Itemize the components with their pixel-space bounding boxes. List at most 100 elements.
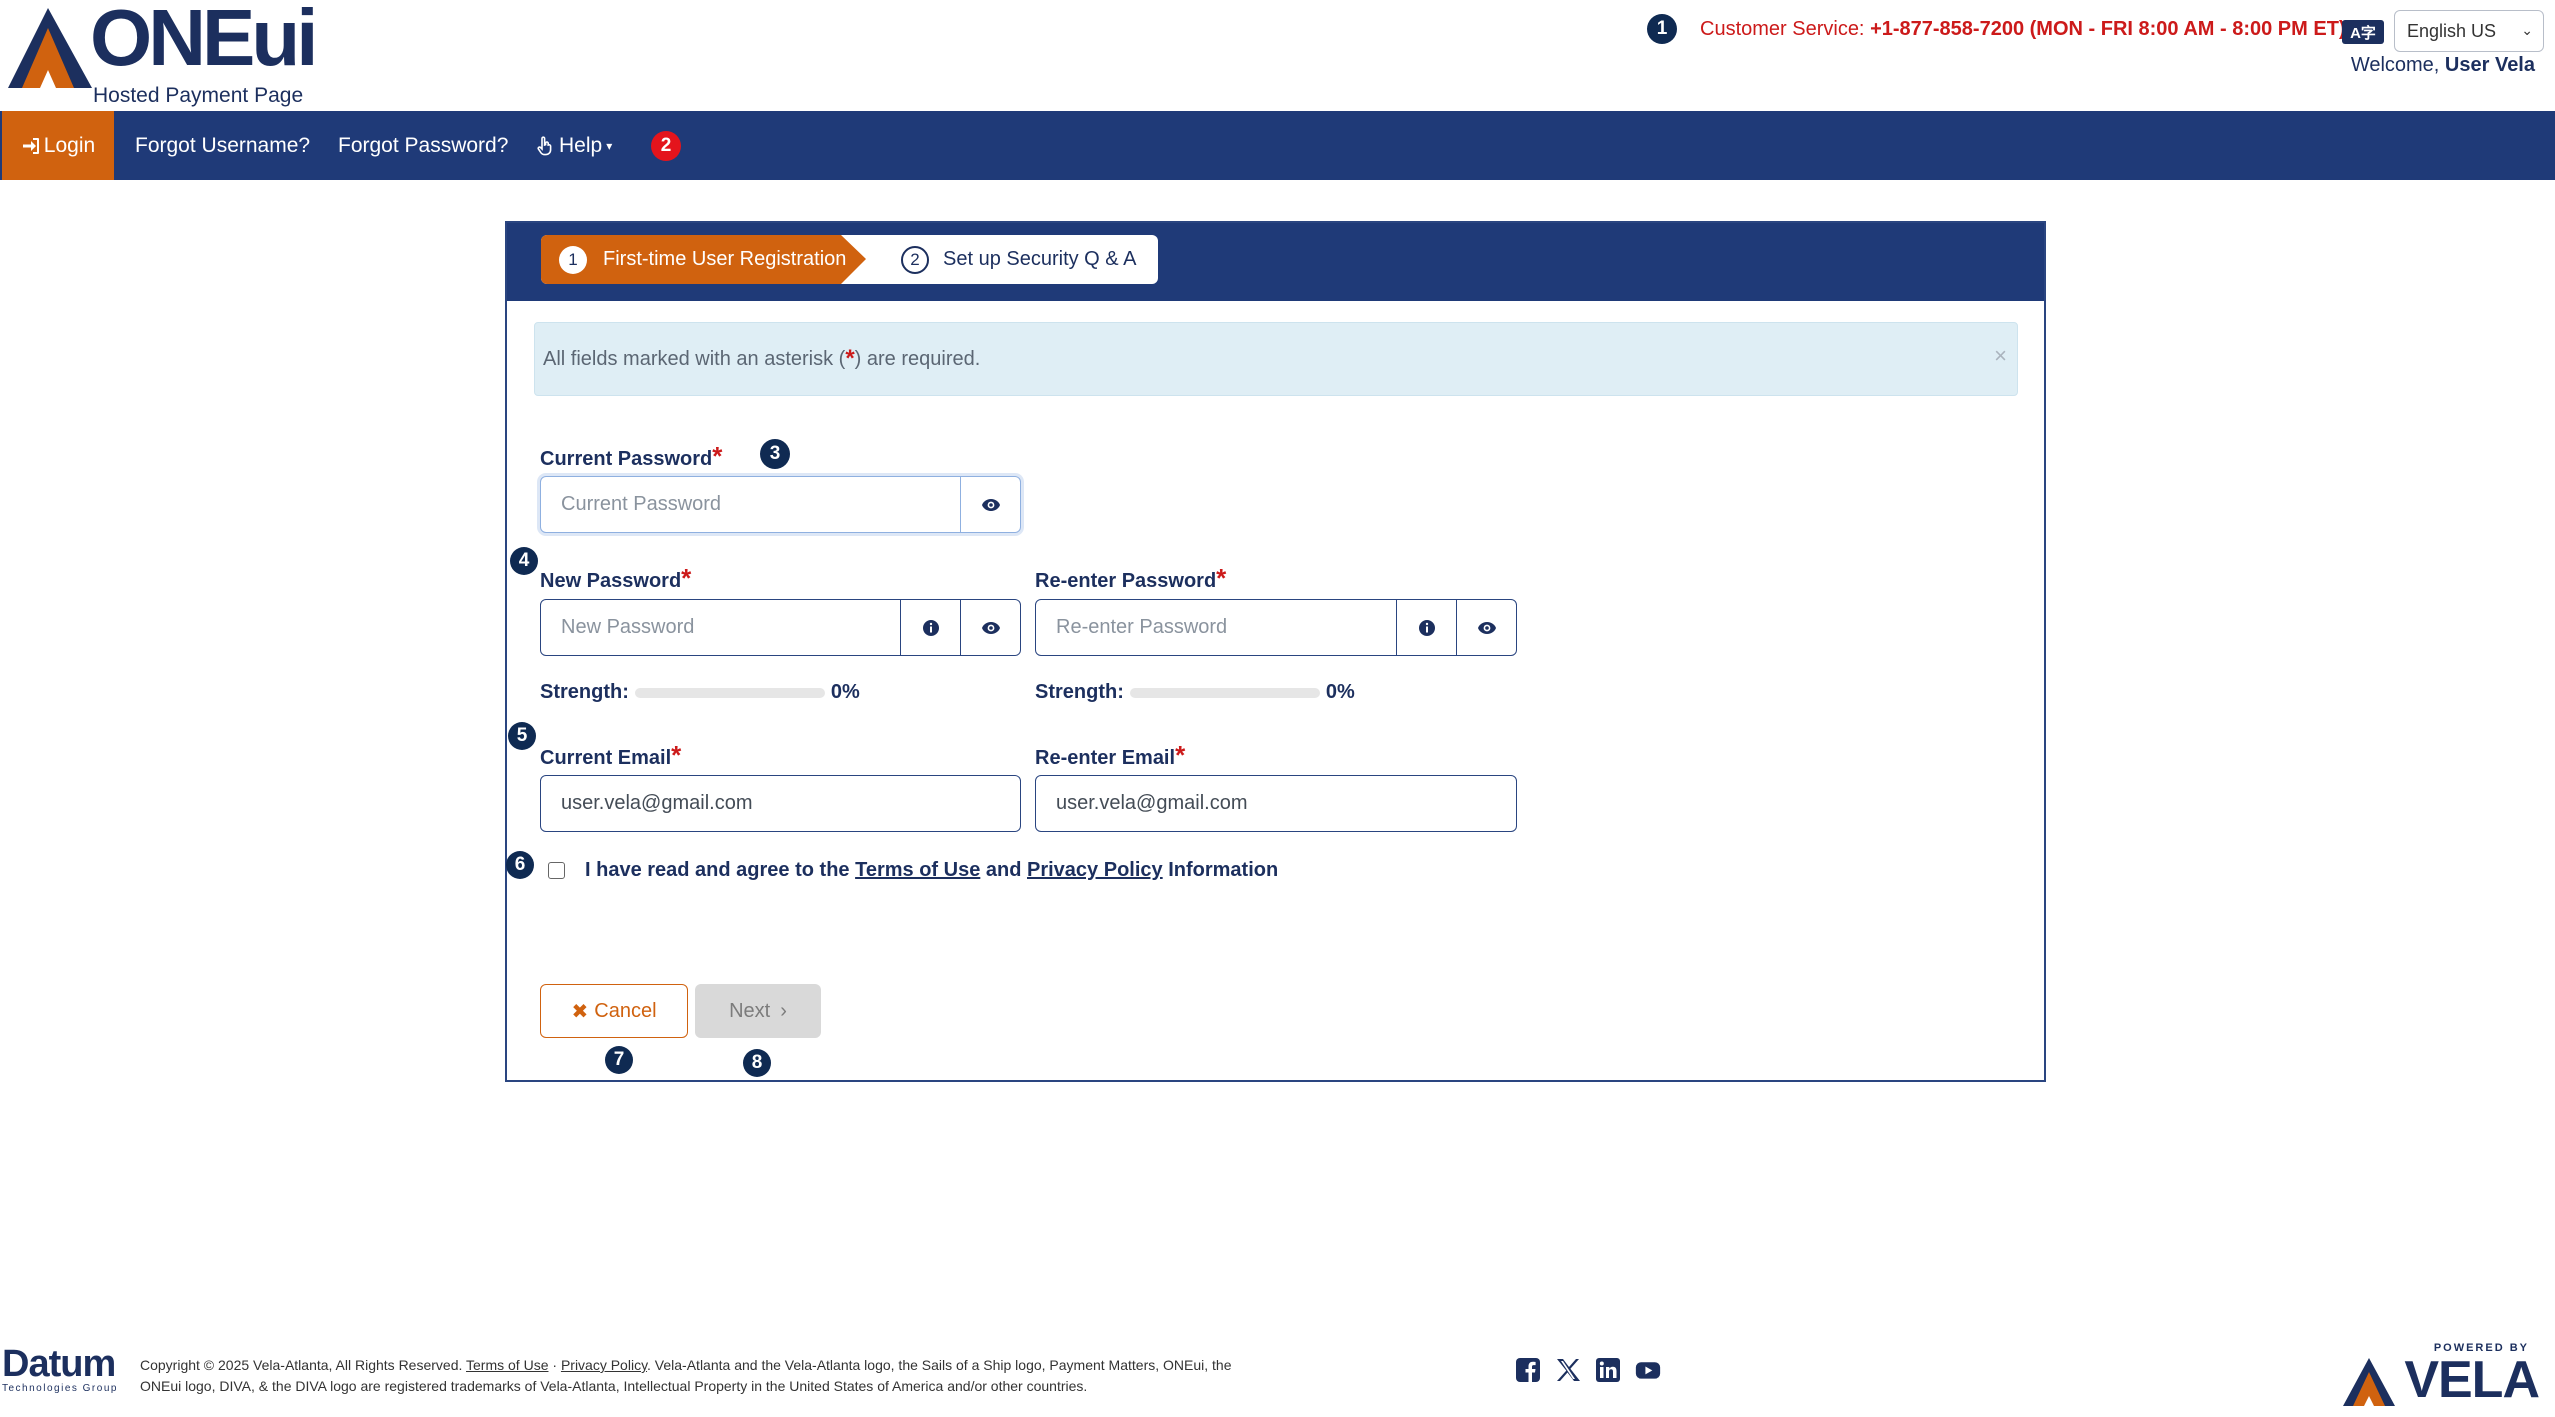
agree-text: I have read and agree to the Terms of Us… [585, 859, 1278, 882]
linkedin-icon[interactable] [1595, 1357, 1621, 1383]
reenter-password-strength: Strength: 0% [1035, 681, 1355, 704]
x-icon[interactable] [1555, 1357, 1581, 1383]
strength-value: 0% [1325, 681, 1355, 703]
reenter-password-group: Re-enter Password [1035, 599, 1517, 656]
new-password-group: New Password [540, 599, 1021, 656]
strength-bar [1129, 687, 1320, 698]
annotation-badge-2: 2 [651, 131, 681, 161]
password-info-button[interactable] [900, 600, 960, 655]
wizard-header: 1 First-time User Registration 2 Set up … [507, 223, 2044, 301]
current-email-label: Current Email* [540, 740, 682, 770]
current-password-input[interactable]: Current Password [541, 477, 960, 532]
facebook-icon[interactable] [1515, 1357, 1541, 1383]
nav-login[interactable]: Login [2, 111, 114, 180]
registration-panel: 1 First-time User Registration 2 Set up … [505, 221, 2046, 1082]
close-icon[interactable]: × [1994, 343, 2007, 369]
customer-service-details: +1-877-858-7200 (MON - FRI 8:00 AM - 8:0… [1870, 18, 2346, 40]
new-password-label: New Password* [540, 563, 692, 593]
datum-logo: Datum Technologies Group [2, 1345, 118, 1394]
show-new-password-button[interactable] [960, 600, 1020, 655]
chevron-right-icon: › [780, 999, 787, 1022]
footer-privacy-link[interactable]: Privacy Policy [561, 1357, 647, 1373]
vela-name: VELA [2404, 1351, 2540, 1409]
customer-service: Customer Service: +1-877-858-7200 (MON -… [1700, 18, 2346, 41]
alert-text-before: All fields marked with an asterisk ( [543, 347, 846, 370]
step-registration-label: First-time User Registration [603, 248, 847, 270]
reenter-info-button[interactable] [1396, 600, 1456, 655]
annotation-badge-7: 7 [605, 1046, 633, 1074]
strength-bar [634, 687, 825, 698]
strength-value: 0% [830, 681, 860, 703]
eye-icon [1477, 621, 1496, 634]
footer-separator: · [548, 1357, 561, 1373]
cancel-button[interactable]: ✖ Cancel [540, 984, 688, 1038]
footer-terms-link[interactable]: Terms of Use [466, 1357, 548, 1373]
annotation-badge-4: 4 [510, 547, 538, 575]
copyright-prefix: Copyright © 2025 Vela-Atlanta, All Right… [140, 1357, 467, 1373]
current-email-input[interactable]: user.vela@gmail.com [541, 776, 1020, 831]
oneui-logo: ONEui Hosted Payment Page [8, 0, 368, 110]
agree-and: and [980, 859, 1027, 881]
powered-by-vela-logo: POWERED BY VELA [2341, 1342, 2541, 1412]
vela-sail-icon [2343, 1358, 2395, 1406]
new-password-strength: Strength: 0% [540, 681, 860, 704]
step-security-label: Set up Security Q & A [943, 248, 1137, 270]
welcome-label: Welcome, [2350, 54, 2440, 76]
language-select[interactable]: English US ⌄ [2394, 10, 2544, 52]
required-fields-alert: All fields marked with an asterisk (*) a… [534, 322, 2018, 396]
cancel-label: Cancel [594, 999, 657, 1022]
wizard-steps: 1 First-time User Registration 2 Set up … [541, 235, 1158, 284]
eye-icon [981, 498, 1000, 511]
times-icon: ✖ [571, 1000, 589, 1023]
terms-of-use-link[interactable]: Terms of Use [855, 859, 980, 881]
new-password-input[interactable]: New Password [541, 600, 900, 655]
agree-prefix: I have read and agree to the [585, 859, 856, 881]
alert-text-after: ) are required. [854, 347, 981, 370]
chevron-down-icon: ⌄ [2521, 22, 2533, 38]
current-password-group: Current Password [540, 476, 1021, 533]
nav-help[interactable]: Help ▾ [535, 111, 612, 180]
step-security-qa: 2 Set up Security Q & A [901, 235, 1136, 284]
annotation-badge-3: 3 [760, 439, 790, 469]
reenter-password-input[interactable]: Re-enter Password [1036, 600, 1396, 655]
annotation-badge-8: 8 [743, 1049, 771, 1077]
nav-forgot-username[interactable]: Forgot Username? [135, 111, 310, 180]
reenter-email-label: Re-enter Email* [1035, 740, 1186, 770]
main-nav: Login Forgot Username? Forgot Password? … [0, 111, 2555, 180]
translate-icon[interactable]: A字 [2342, 20, 2384, 44]
step-number-2: 2 [901, 245, 929, 274]
reenter-email-group: user.vela@gmail.com [1035, 775, 1517, 832]
reenter-email-input[interactable]: user.vela@gmail.com [1036, 776, 1516, 831]
welcome-message: Welcome, User Vela [2351, 54, 2535, 77]
brand-subtitle: Hosted Payment Page [93, 84, 304, 107]
sign-in-icon [22, 137, 39, 154]
info-icon [922, 619, 939, 636]
alert-asterisk: * [845, 345, 855, 372]
show-reenter-password-button[interactable] [1456, 600, 1516, 655]
brand-name: ONEui [90, 0, 318, 82]
info-icon [1418, 619, 1435, 636]
show-password-button[interactable] [960, 477, 1020, 532]
nav-forgot-password[interactable]: Forgot Password? [338, 111, 508, 180]
strength-label: Strength: [540, 681, 629, 703]
customer-service-label: Customer Service: [1700, 18, 1871, 40]
nav-login-label: Login [43, 133, 96, 157]
sail-logo-icon [8, 8, 92, 88]
eye-icon [981, 621, 1000, 634]
next-button[interactable]: Next › [695, 984, 821, 1038]
current-email-group: user.vela@gmail.com [540, 775, 1021, 832]
copyright-text: Copyright © 2025 Vela-Atlanta, All Right… [140, 1355, 1250, 1397]
reenter-password-label: Re-enter Password* [1035, 563, 1227, 593]
strength-label: Strength: [1035, 681, 1124, 703]
step-registration: 1 First-time User Registration [541, 235, 866, 284]
social-links [1515, 1357, 1661, 1383]
language-value: English US [2407, 20, 2497, 41]
privacy-policy-link[interactable]: Privacy Policy [1027, 859, 1163, 881]
youtube-icon[interactable] [1635, 1357, 1661, 1383]
datum-subtitle: Technologies Group [2, 1383, 118, 1394]
hand-pointer-icon [537, 135, 552, 155]
current-password-label: Current Password* [540, 441, 723, 471]
caret-down-icon: ▾ [606, 138, 613, 153]
annotation-badge-1: 1 [1647, 14, 1677, 44]
agree-checkbox[interactable] [548, 862, 565, 879]
